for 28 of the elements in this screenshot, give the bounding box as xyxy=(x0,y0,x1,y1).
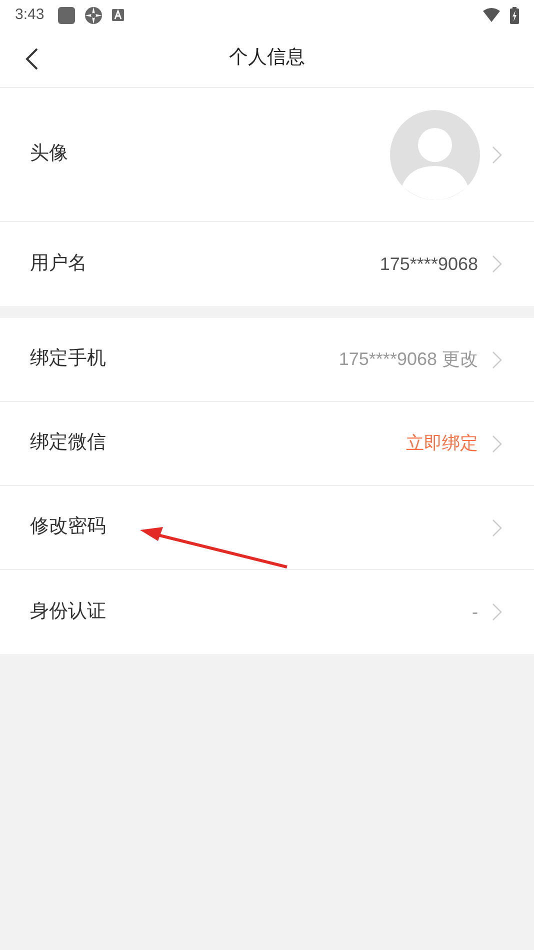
settings-row[interactable]: 身份认证 - xyxy=(0,570,534,654)
aperture-icon xyxy=(85,6,102,24)
page-title: 个人信息 xyxy=(229,46,305,70)
chevron-right-icon xyxy=(492,434,502,452)
row-value: - xyxy=(472,600,478,624)
row-value: 立即绑定 xyxy=(406,432,478,455)
app-letter-icon xyxy=(112,9,124,21)
chevron-right-icon xyxy=(492,255,502,273)
settings-row[interactable]: 绑定微信 立即绑定 xyxy=(0,402,534,486)
settings-row[interactable]: 用户名 175****9068 xyxy=(0,222,534,306)
row-label: 头像 xyxy=(30,142,69,166)
row-label: 身份认证 xyxy=(30,600,107,624)
row-value: 175****9068 更改 xyxy=(338,348,478,371)
app-square-icon xyxy=(58,6,76,24)
battery-icon xyxy=(510,6,519,24)
wifi-icon xyxy=(483,8,500,22)
row-label: 用户名 xyxy=(30,252,88,276)
chevron-right-icon xyxy=(492,146,502,164)
row-value: 175****9068 xyxy=(380,252,478,276)
row-label: 绑定微信 xyxy=(30,431,107,456)
chevron-right-icon xyxy=(492,518,502,536)
chevron-right-icon xyxy=(492,603,502,621)
row-label: 绑定手机 xyxy=(30,347,107,372)
chevron-right-icon xyxy=(492,350,502,368)
row-label: 修改密码 xyxy=(30,515,107,540)
settings-row[interactable]: 头像 xyxy=(0,88,534,222)
settings-row[interactable]: 绑定手机 175****9068 更改 xyxy=(0,318,534,402)
status-time: 3:43 xyxy=(15,4,44,25)
